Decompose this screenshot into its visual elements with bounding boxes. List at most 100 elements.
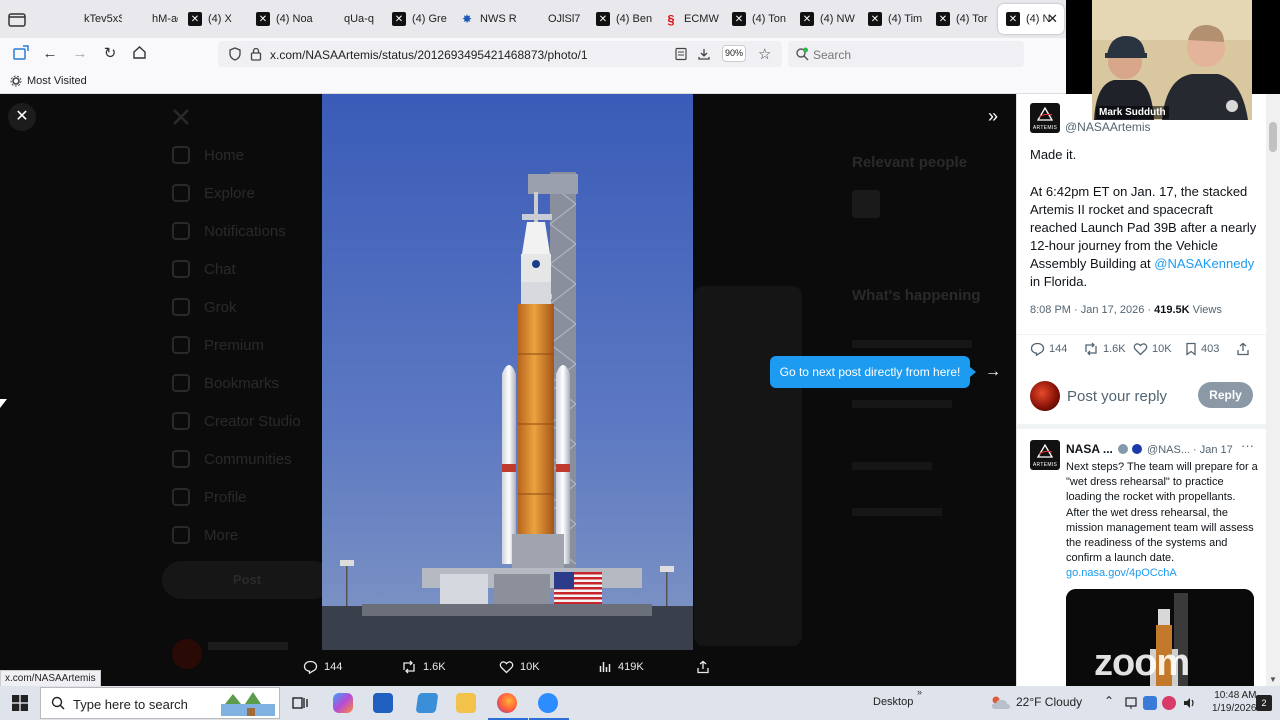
browser-tab[interactable]: ✕ (4) NW (792, 4, 858, 34)
media-views-button[interactable]: 419K (599, 660, 644, 673)
reply-input[interactable]: Post your reply (1067, 388, 1167, 405)
browser-tab[interactable]: § ECMW (656, 4, 722, 34)
forward-button[interactable]: → (71, 45, 89, 63)
tab-list-icon[interactable] (8, 11, 26, 27)
tray-app-icon[interactable] (1162, 696, 1176, 710)
task-view-icon[interactable] (290, 693, 310, 713)
nasa-artemis-avatar[interactable]: ARTEMIS (1030, 103, 1060, 133)
navigation-toolbar: ← → ↻ x.com/NASAArtemis/status/201269349… (0, 38, 1066, 70)
taskbar-search-box[interactable]: Type here to search (40, 687, 280, 719)
media-like-button[interactable]: 10K (499, 660, 540, 674)
weather-widget[interactable]: 22°F Cloudy (1016, 695, 1082, 709)
reply-date[interactable]: · Jan 17 (1193, 444, 1233, 456)
media-reply-button[interactable]: 144 (303, 660, 342, 674)
reply-body-text: Next steps? The team will prepare for a … (1066, 461, 1258, 565)
scrollbar-thumb[interactable] (1269, 122, 1277, 152)
browser-tab[interactable]: kTev5xS (56, 4, 122, 34)
reader-view-icon[interactable] (674, 47, 688, 61)
open-tab-sidebar-icon[interactable] (12, 45, 30, 63)
azure-data-icon[interactable] (415, 693, 439, 713)
browser-tab[interactable]: ✕ (4) N ✕ (998, 4, 1064, 34)
tray-app-icon[interactable] (1143, 696, 1157, 710)
next-post-tooltip[interactable]: Go to next post directly from here! (770, 356, 976, 388)
mouse-cursor (0, 399, 7, 408)
next-post-arrow-button[interactable]: → (979, 358, 1007, 386)
post-repost-button[interactable]: 1.6K (1083, 342, 1126, 356)
search-box[interactable]: Search (788, 41, 1024, 67)
tab-label: (4) Ton (752, 13, 787, 25)
close-tab-icon[interactable]: ✕ (1047, 11, 1058, 27)
browser-tab[interactable]: ✕ (4) Tor (928, 4, 994, 34)
copilot-icon[interactable] (333, 693, 353, 713)
background-nav-label: Home (204, 146, 245, 164)
nasa-kennedy-mention-link[interactable]: @NASAKennedy (1154, 256, 1254, 271)
reply-link[interactable]: go.nasa.gov/4pOCchA (1066, 567, 1177, 579)
user-avatar[interactable] (1030, 381, 1060, 411)
background-nav-icon (172, 374, 190, 392)
heart-icon (1133, 343, 1148, 356)
file-explorer-icon[interactable] (456, 693, 476, 713)
url-text[interactable]: x.com/NASAArtemis/status/201269349542146… (270, 48, 588, 62)
reply-author-avatar[interactable]: ARTEMIS (1030, 440, 1060, 470)
firefox-icon[interactable] (497, 693, 517, 713)
zoom-app-icon[interactable] (538, 693, 558, 713)
browser-tab[interactable]: ✕ (4) Ton (724, 4, 790, 34)
background-account-avatar (172, 639, 202, 669)
browser-tab[interactable]: OJlSl7 (520, 4, 586, 34)
media-repost-button[interactable]: 1.6K (401, 660, 446, 674)
close-media-viewer-button[interactable]: ✕ (8, 103, 36, 131)
post-author-handle[interactable]: @NASAArtemis (1065, 120, 1151, 134)
network-icon[interactable] (1124, 696, 1138, 710)
show-hidden-icons-chevron-icon[interactable]: ⌃ (1104, 694, 1114, 708)
notification-badge[interactable]: 2 (1256, 695, 1272, 711)
reload-button[interactable]: ↻ (101, 45, 119, 63)
desktop-toolbar-label[interactable]: Desktop (873, 696, 913, 708)
page-scrollbar[interactable]: ▼ (1266, 94, 1280, 686)
clock-time: 10:48 AM (1214, 690, 1257, 701)
artemis-rocket-photo[interactable] (322, 94, 693, 650)
post-reply-button[interactable]: 144 (1030, 342, 1067, 356)
reply-button[interactable]: Reply (1198, 382, 1253, 408)
browser-tab[interactable]: ✸ NWS R (452, 4, 518, 34)
scroll-down-arrow-icon[interactable]: ▼ (1269, 675, 1277, 684)
browser-tab[interactable]: ✕ (4) Ben (588, 4, 654, 34)
post-body: At 6:42pm ET on Jan. 17, the stacked Art… (1030, 183, 1262, 291)
taskbar-clock[interactable]: 10:48 AM 1/19/2026 (1212, 689, 1257, 715)
browser-tab[interactable]: ✕ (4) X (180, 4, 246, 34)
browser-tab[interactable]: ✕ (4) Gre (384, 4, 450, 34)
post-like-count: 10K (1152, 343, 1172, 355)
tab-strip: kTev5xS hM-ao ✕ (4) X ✕ (4) Noa qUa-q ✕ (4) Gre ✸… (0, 0, 1066, 38)
browser-tab[interactable]: ✕ (4) Tim (860, 4, 926, 34)
expand-panel-button[interactable]: » (979, 103, 1007, 131)
home-button[interactable] (130, 45, 148, 63)
shield-icon[interactable] (228, 47, 242, 61)
background-nav-icon (172, 184, 190, 202)
media-share-button[interactable] (696, 660, 710, 674)
background-nav-icon (172, 298, 190, 316)
reply-author-name[interactable]: NASA ... (1066, 442, 1113, 456)
post-like-button[interactable]: 10K (1133, 342, 1172, 356)
microsoft-store-icon[interactable] (373, 693, 393, 713)
more-options-icon[interactable]: ··· (1241, 438, 1254, 453)
zoom-level-badge[interactable]: 90% (722, 45, 746, 62)
download-icon[interactable] (697, 47, 711, 61)
toolbar-expand-icon[interactable]: » (917, 687, 922, 697)
post-views-label: Views (1189, 304, 1222, 316)
browser-tab[interactable]: ✕ (4) Noa (248, 4, 314, 34)
back-button[interactable]: ← (41, 45, 59, 63)
volume-icon[interactable] (1182, 696, 1196, 710)
post-share-button[interactable] (1236, 342, 1250, 356)
webcam-participant-name: Mark Sudduth (1096, 106, 1169, 119)
windows-start-icon[interactable] (12, 695, 28, 711)
reply-icon (1030, 342, 1045, 356)
post-timestamp[interactable]: 8:08 PM · Jan 17, 2026 · (1030, 304, 1154, 316)
browser-tab[interactable]: hM-ao (124, 4, 178, 34)
post-bookmark-button[interactable]: 403 (1185, 342, 1219, 356)
address-bar[interactable]: x.com/NASAArtemis/status/201269349542146… (218, 41, 782, 67)
bookmark-star-icon[interactable]: ☆ (758, 45, 772, 63)
browser-tab[interactable]: qUa-q (316, 4, 382, 34)
bookmark-most-visited[interactable]: Most Visited (10, 75, 87, 87)
lock-icon[interactable] (250, 47, 262, 61)
reply-author-handle[interactable]: @NAS... (1147, 444, 1190, 456)
share-icon (697, 660, 709, 674)
